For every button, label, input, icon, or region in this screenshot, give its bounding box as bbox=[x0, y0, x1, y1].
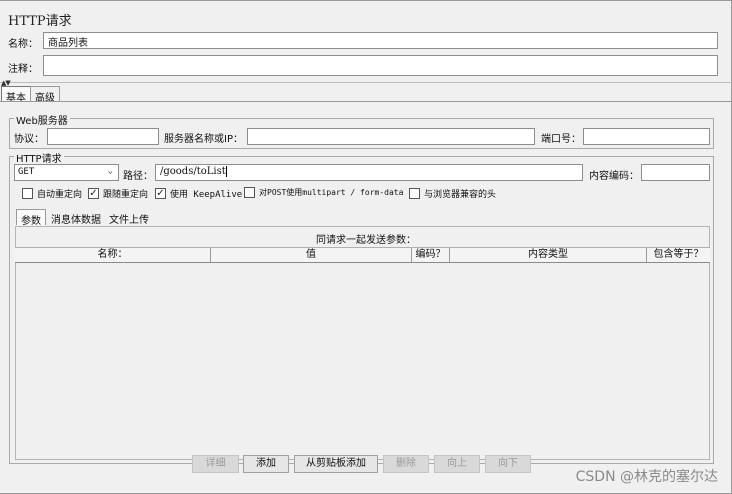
follow-redirect-checkbox[interactable]: ✓ 跟随重定向 bbox=[88, 187, 148, 200]
browser-headers-label: 与浏览器兼容的头 bbox=[424, 190, 497, 200]
comment-label: 注释： bbox=[8, 64, 38, 75]
column-header-encode[interactable]: 编码？ bbox=[412, 248, 450, 262]
port-label: 端口号： bbox=[541, 134, 581, 145]
tab-body-data[interactable]: 消息体数据 bbox=[47, 209, 105, 226]
path-label: 路径： bbox=[123, 171, 153, 182]
port-field[interactable] bbox=[583, 128, 710, 145]
column-header-name[interactable]: 名称： bbox=[15, 248, 211, 262]
divider bbox=[0, 82, 732, 83]
delete-button[interactable]: 删除 bbox=[383, 455, 429, 473]
chevron-down-icon[interactable]: ⌄ bbox=[108, 166, 113, 176]
parameters-caption: 同请求一起发送参数： bbox=[316, 235, 416, 246]
column-header-include-equals[interactable]: 包含等于？ bbox=[647, 248, 710, 262]
tab-file-upload[interactable]: 文件上传 bbox=[105, 209, 153, 226]
browser-headers-checkbox[interactable]: 与浏览器兼容的头 bbox=[409, 187, 496, 200]
tab-basic[interactable]: 基本 bbox=[1, 86, 31, 104]
name-field[interactable]: 商品列表 bbox=[43, 32, 718, 49]
add-button[interactable]: 添加 bbox=[243, 455, 289, 473]
multipart-label: 对POST使用multipart / form-data bbox=[259, 188, 404, 197]
auto-redirect-checkbox[interactable]: 自动重定向 bbox=[22, 187, 82, 200]
multipart-checkbox[interactable]: 对POST使用multipart / form-data bbox=[244, 187, 403, 198]
encoding-label: 内容编码： bbox=[589, 171, 639, 182]
add-from-clipboard-button[interactable]: 从剪贴板添加 bbox=[294, 455, 378, 473]
protocol-label: 协议： bbox=[14, 134, 44, 145]
checkmark-icon[interactable]: ✓ bbox=[155, 188, 166, 199]
tab-baseline bbox=[0, 101, 732, 102]
tab-advanced[interactable]: 高级 bbox=[30, 86, 60, 104]
watermark: CSDN @林克的塞尔达 bbox=[575, 469, 718, 485]
web-server-group-title: Web服务器 bbox=[14, 112, 70, 127]
auto-redirect-label: 自动重定向 bbox=[37, 190, 83, 200]
path-value: /goods/toList bbox=[160, 166, 226, 177]
protocol-field[interactable] bbox=[47, 128, 159, 145]
page-title: HTTP请求 bbox=[8, 14, 72, 29]
method-value: GET bbox=[18, 167, 35, 177]
move-up-button[interactable]: 向上 bbox=[434, 455, 480, 473]
server-label: 服务器名称或IP： bbox=[164, 134, 243, 145]
comment-field[interactable] bbox=[43, 55, 718, 76]
path-field[interactable]: /goods/toList bbox=[155, 164, 583, 181]
checkbox-box[interactable] bbox=[409, 188, 420, 199]
method-select[interactable]: GET ⌄ bbox=[14, 164, 119, 181]
column-header-content-type[interactable]: 内容类型 bbox=[450, 248, 647, 262]
checkmark-icon[interactable]: ✓ bbox=[88, 188, 99, 199]
checkbox-box[interactable] bbox=[244, 187, 255, 198]
encoding-field[interactable] bbox=[641, 164, 710, 181]
text-caret bbox=[225, 166, 227, 177]
parameters-table-header: 名称： 值 编码？ 内容类型 包含等于？ bbox=[15, 247, 710, 263]
server-field[interactable] bbox=[247, 128, 535, 145]
checkbox-box[interactable] bbox=[22, 188, 33, 199]
detail-button[interactable]: 详细 bbox=[192, 455, 239, 473]
tab-parameters[interactable]: 参数 bbox=[16, 209, 46, 227]
follow-redirect-label: 跟随重定向 bbox=[103, 190, 149, 200]
keepalive-checkbox[interactable]: ✓ 使用 KeepAlive bbox=[155, 187, 242, 200]
column-header-value[interactable]: 值 bbox=[211, 248, 412, 262]
move-down-button[interactable]: 向下 bbox=[485, 455, 531, 473]
keepalive-label: 使用 KeepAlive bbox=[170, 190, 243, 200]
name-label: 名称： bbox=[8, 39, 38, 50]
http-request-group-title: HTTP请求 bbox=[14, 150, 64, 165]
